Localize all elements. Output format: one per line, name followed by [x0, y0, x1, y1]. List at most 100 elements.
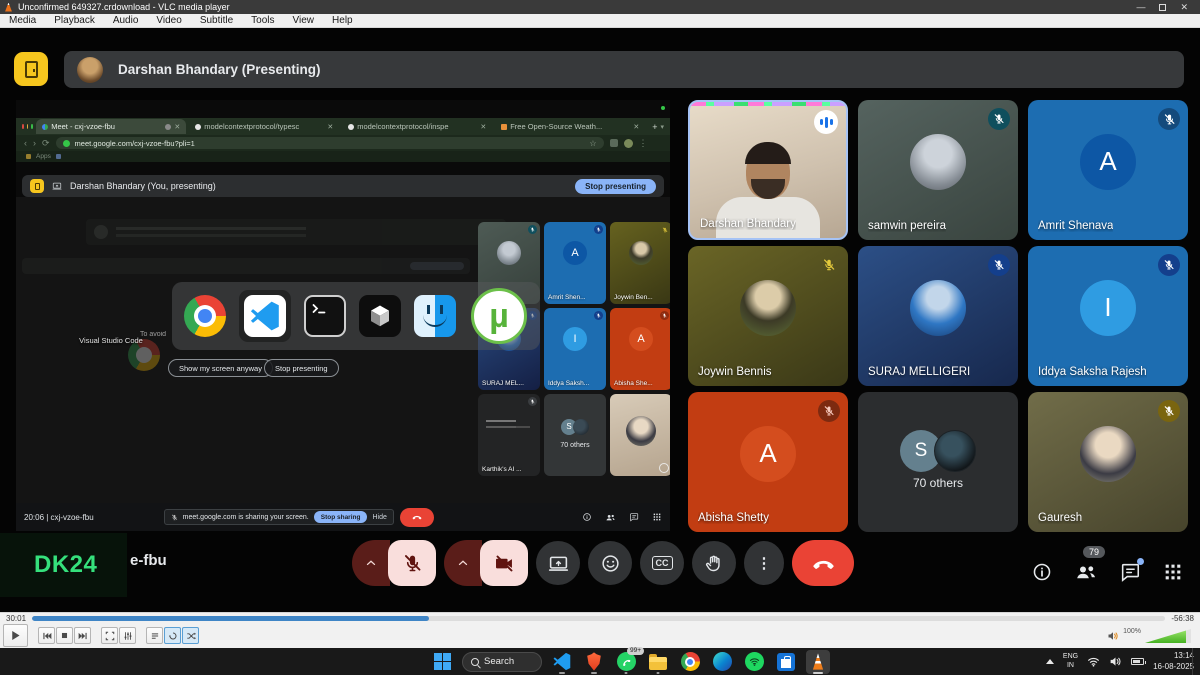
taskbar-vscode[interactable] — [550, 650, 574, 674]
unity-icon[interactable] — [359, 295, 401, 337]
bookmark-icon[interactable] — [56, 154, 61, 159]
extensions-icon[interactable] — [610, 139, 618, 147]
taskbar-vlc-active[interactable] — [806, 650, 830, 674]
menu-tools[interactable]: Tools — [242, 15, 283, 26]
chat-panel-button[interactable] — [1119, 561, 1141, 583]
browser-menu-icon[interactable]: ⋮ — [639, 139, 648, 148]
start-button[interactable] — [430, 650, 454, 674]
more-options-button[interactable]: ⋮ — [744, 541, 784, 585]
tab-close-icon[interactable]: ✕ — [633, 123, 639, 131]
camera-off-button[interactable] — [480, 540, 528, 586]
tab-close-icon[interactable]: ✕ — [174, 123, 180, 131]
info-icon[interactable] — [582, 512, 592, 522]
taskbar-chrome[interactable] — [678, 650, 702, 674]
tab-github-2[interactable]: modelcontextprotocol/inspe ✕ — [342, 119, 492, 134]
reactions-button[interactable] — [588, 541, 632, 585]
taskbar-clock[interactable]: 13:1416-08-2025 — [1153, 651, 1194, 672]
camera-active-dot — [661, 106, 665, 110]
menu-playback[interactable]: Playback — [45, 15, 104, 26]
stop-presenting-button[interactable]: Stop presenting — [575, 179, 656, 194]
taskbar-store[interactable] — [774, 650, 798, 674]
tab-weather[interactable]: Free Open-Source Weath... ✕ — [495, 119, 645, 134]
people-icon[interactable] — [605, 512, 616, 523]
nested-end-call-button[interactable] — [400, 508, 434, 527]
chrome-icon[interactable] — [184, 295, 226, 337]
vscode-selected[interactable] — [239, 290, 291, 342]
menu-media[interactable]: Media — [0, 15, 45, 26]
show-desktop-strip[interactable] — [1192, 648, 1194, 675]
bookmark-icon[interactable] — [26, 154, 31, 159]
avatar — [1080, 426, 1136, 482]
playlist-button[interactable] — [146, 627, 163, 644]
raise-hand-button[interactable] — [692, 541, 736, 585]
traffic-minimize-icon[interactable] — [27, 124, 29, 129]
taskbar-brave[interactable] — [582, 650, 606, 674]
volume-icon[interactable] — [1109, 655, 1122, 668]
menu-subtitle[interactable]: Subtitle — [191, 15, 242, 26]
bookmark-star-icon[interactable]: ☆ — [589, 139, 596, 148]
present-screen-button[interactable] — [536, 541, 580, 585]
bookmark-label[interactable]: Apps — [36, 153, 51, 160]
close-button[interactable]: ✕ — [1180, 3, 1188, 12]
hidden-icons-chevron[interactable] — [1046, 659, 1054, 664]
video-area[interactable]: Darshan Bhandary (Presenting) Meet - cxj… — [0, 28, 1200, 612]
taskbar-whatsapp[interactable]: 99+ — [614, 650, 638, 674]
menu-view[interactable]: View — [284, 15, 324, 26]
taskbar-edge[interactable] — [710, 650, 734, 674]
camera-options-chevron[interactable] — [444, 540, 482, 586]
stop-sharing-button[interactable]: Stop sharing — [314, 511, 368, 523]
flip-camera-icon[interactable] — [659, 463, 669, 473]
file-explorer-icon — [649, 657, 667, 670]
fullscreen-button[interactable] — [101, 627, 118, 644]
extended-settings-button[interactable] — [119, 627, 136, 644]
forward-icon[interactable]: › — [33, 139, 36, 148]
maximize-button[interactable] — [1159, 4, 1166, 11]
captions-button[interactable]: CC — [640, 541, 684, 585]
previous-button[interactable] — [38, 627, 55, 644]
finder-icon[interactable] — [414, 295, 456, 337]
participants-panel-button[interactable]: 79 — [1074, 560, 1098, 584]
end-call-button[interactable] — [792, 540, 854, 586]
taskbar-spotify[interactable] — [742, 650, 766, 674]
volume-control[interactable]: 100% — [1107, 628, 1197, 643]
address-field[interactable]: meet.google.com/cxj-vzoe-fbu?pli=1 ☆ — [56, 137, 604, 149]
new-tab-button[interactable]: + — [652, 122, 657, 132]
wifi-icon[interactable] — [1087, 655, 1100, 668]
chat-icon[interactable] — [629, 512, 639, 522]
taskbar-search[interactable]: Search — [462, 652, 542, 672]
menu-help[interactable]: Help — [323, 15, 362, 26]
browser-profile-avatar[interactable] — [624, 139, 633, 148]
stop-button[interactable] — [56, 627, 73, 644]
show-screen-anyway-button[interactable]: Show my screen anyway — [168, 359, 273, 377]
traffic-close-icon[interactable] — [22, 124, 24, 129]
menu-audio[interactable]: Audio — [104, 15, 148, 26]
mic-muted-button[interactable] — [388, 540, 436, 586]
mic-options-chevron[interactable] — [352, 540, 390, 586]
hide-button[interactable]: Hide — [372, 514, 386, 521]
battery-icon[interactable] — [1131, 658, 1144, 665]
loop-button[interactable] — [164, 627, 181, 644]
tab-list-caret-icon[interactable]: ▾ — [660, 123, 664, 131]
menu-video[interactable]: Video — [147, 15, 190, 26]
language-indicator[interactable]: ENGIN — [1063, 653, 1078, 669]
tab-close-icon[interactable]: ✕ — [327, 123, 333, 131]
random-button[interactable] — [182, 627, 199, 644]
terminal-icon[interactable] — [304, 295, 346, 337]
apps-grid-icon[interactable] — [652, 512, 662, 522]
volume-slider[interactable] — [1145, 629, 1191, 643]
seek-bar[interactable] — [32, 616, 1165, 621]
next-button[interactable] — [74, 627, 91, 644]
play-button[interactable] — [3, 624, 28, 647]
tab-meet[interactable]: Meet - cxj-vzoe-fbu ✕ — [36, 119, 186, 134]
activities-button[interactable] — [1162, 561, 1184, 583]
utorrent-icon[interactable]: µ — [471, 288, 527, 344]
taskbar-explorer[interactable] — [646, 650, 670, 674]
stop-presenting-overlay-button[interactable]: Stop presenting — [264, 359, 339, 377]
tab-close-icon[interactable]: ✕ — [480, 123, 486, 131]
minimize-button[interactable]: — — [1136, 3, 1145, 12]
reload-icon[interactable]: ⟳ — [42, 139, 50, 148]
back-icon[interactable]: ‹ — [24, 139, 27, 148]
tab-github-1[interactable]: modelcontextprotocol/typesc ✕ — [189, 119, 339, 134]
traffic-zoom-icon[interactable] — [31, 124, 33, 129]
meeting-details[interactable] — [1031, 561, 1053, 583]
